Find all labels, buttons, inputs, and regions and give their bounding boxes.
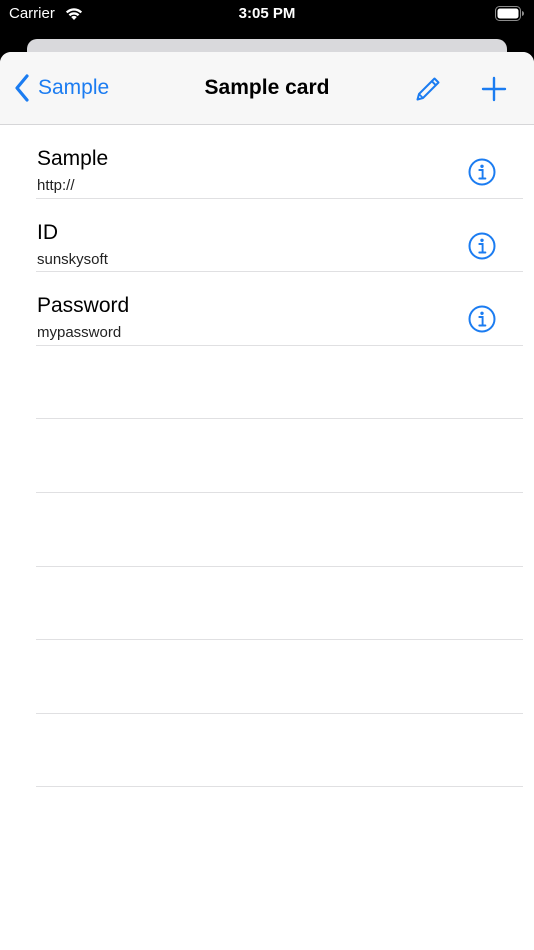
list-item[interactable]: Password mypassword: [36, 272, 523, 346]
info-icon[interactable]: [468, 305, 496, 333]
field-value: sunskysoft: [37, 250, 108, 268]
empty-row: [36, 567, 523, 641]
empty-row: [36, 419, 523, 493]
empty-row: [36, 640, 523, 714]
field-value: http://: [37, 177, 75, 194]
plus-icon[interactable]: [480, 75, 508, 103]
field-title: Sample: [37, 147, 109, 170]
field-list: Sample http:// ID sunskysoft Password my…: [0, 125, 534, 788]
info-icon[interactable]: [468, 232, 496, 260]
field-value: mypassword: [37, 324, 122, 342]
navigation-bar: Sample Sample card: [0, 52, 534, 125]
empty-row: [36, 493, 523, 567]
empty-row: [36, 714, 523, 788]
screen: Carrier 3:05 PM Sample Sample card Sampl…: [0, 0, 534, 950]
field-title: Password: [37, 294, 130, 318]
list-item[interactable]: Sample http://: [36, 125, 523, 199]
card-sheet: Sample Sample card Sample http:// ID sun…: [0, 52, 534, 950]
battery-icon: [495, 6, 524, 21]
status-bar: Carrier 3:05 PM: [0, 0, 534, 30]
page-title: Sample card: [204, 76, 330, 99]
info-icon[interactable]: [468, 158, 496, 186]
list-item[interactable]: ID sunskysoft: [36, 199, 523, 273]
status-time: 3:05 PM: [238, 5, 296, 22]
field-title: ID: [37, 220, 58, 244]
pencil-icon[interactable]: [414, 75, 442, 103]
empty-row: [36, 346, 523, 420]
